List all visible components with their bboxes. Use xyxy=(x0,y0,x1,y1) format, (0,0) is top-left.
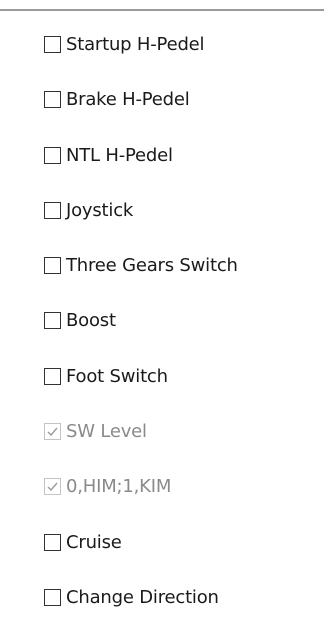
checkbox-label: Boost xyxy=(66,310,116,332)
checkbox-label: Joystick xyxy=(66,199,134,221)
checkmark-icon xyxy=(47,427,58,437)
checkbox-boost[interactable]: Boost xyxy=(44,309,238,332)
checkbox-label: Cruise xyxy=(66,531,122,553)
checkmark-icon xyxy=(47,482,58,492)
checkbox-box[interactable] xyxy=(44,588,61,606)
top-divider xyxy=(0,9,324,11)
checkbox-label: Three Gears Switch xyxy=(66,255,238,277)
checkbox-label: Startup H-Pedel xyxy=(66,34,205,55)
checkbox-box[interactable] xyxy=(44,312,61,330)
checkbox-sw-level[interactable]: SW Level xyxy=(44,420,238,443)
checkbox-box[interactable] xyxy=(44,36,61,53)
checkbox-cruise[interactable]: Cruise xyxy=(44,531,238,554)
checkbox-box[interactable] xyxy=(44,533,61,551)
checkbox-label: Brake H-Pedel xyxy=(66,89,190,111)
checkbox-label: Change Direction xyxy=(66,586,219,608)
checkbox-label: Foot Switch xyxy=(66,365,168,387)
checkbox-box[interactable] xyxy=(44,367,61,385)
checkbox-label: SW Level xyxy=(66,421,147,443)
checkbox-startup-h-pedel[interactable]: Startup H-Pedel xyxy=(44,33,238,56)
checkbox-box[interactable] xyxy=(44,423,61,441)
checkbox-ntl-h-pedel[interactable]: NTL H-Pedel xyxy=(44,144,238,167)
checkbox-box[interactable] xyxy=(44,91,61,109)
checkbox-brake-h-pedel[interactable]: Brake H-Pedel xyxy=(44,88,238,111)
checkbox-box[interactable] xyxy=(44,257,61,275)
checkbox-joystick[interactable]: Joystick xyxy=(44,199,238,222)
checkbox-foot-switch[interactable]: Foot Switch xyxy=(44,365,238,388)
checkbox-box[interactable] xyxy=(44,201,61,219)
checkbox-label: 0,HIM;1,KIM xyxy=(66,476,172,498)
checkbox-change-direction[interactable]: Change Direction xyxy=(44,586,238,609)
checkbox-label: NTL H-Pedel xyxy=(66,144,173,166)
checkbox-box[interactable] xyxy=(44,478,61,496)
checkbox-list: Startup H-Pedel Brake H-Pedel NTL H-Pede… xyxy=(44,33,238,633)
checkbox-three-gears-switch[interactable]: Three Gears Switch xyxy=(44,254,238,277)
checkbox-box[interactable] xyxy=(44,146,61,164)
options-panel: Startup H-Pedel Brake H-Pedel NTL H-Pede… xyxy=(0,0,324,633)
checkbox-him-kim[interactable]: 0,HIM;1,KIM xyxy=(44,475,238,498)
